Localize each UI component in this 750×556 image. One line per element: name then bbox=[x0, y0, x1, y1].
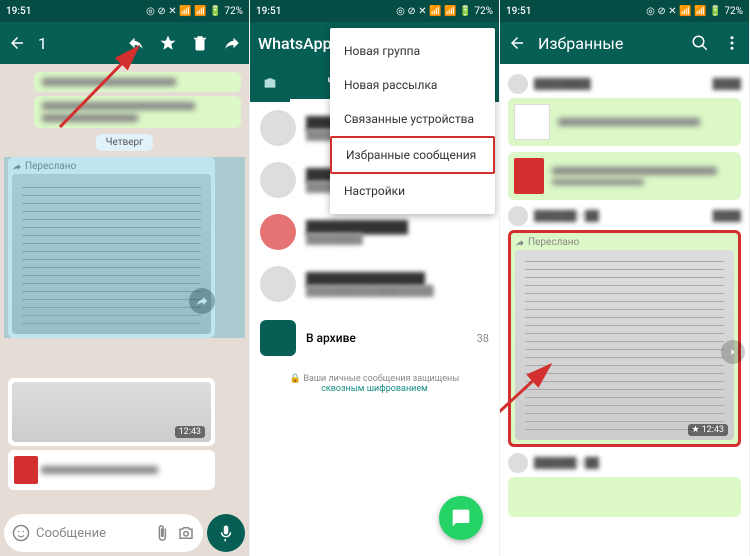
message-in-file[interactable] bbox=[8, 450, 215, 490]
status-time: 19:51 bbox=[6, 6, 31, 17]
header-actions bbox=[127, 34, 241, 52]
pdf-icon bbox=[514, 158, 544, 194]
status-time: 19:51 bbox=[256, 6, 281, 17]
menu-new-group[interactable]: Новая группа bbox=[330, 34, 495, 68]
avatar bbox=[260, 110, 296, 146]
avatar-small bbox=[508, 74, 528, 94]
date-divider: Четверг bbox=[96, 134, 154, 151]
icon-group: ◎ ⊘ ✕ 📶 📶 🔋 bbox=[146, 6, 221, 17]
blurred-text bbox=[42, 102, 195, 110]
message-out[interactable] bbox=[34, 72, 241, 92]
avatar bbox=[260, 266, 296, 302]
archive-row[interactable]: В архиве 38 bbox=[250, 310, 499, 366]
reply-icon[interactable] bbox=[127, 34, 145, 52]
pdf-icon bbox=[14, 456, 38, 484]
starred-message[interactable]: ██████ • ██ bbox=[508, 453, 741, 517]
search-icon[interactable] bbox=[691, 34, 709, 52]
menu-starred-messages[interactable]: Избранные сообщения bbox=[330, 136, 495, 174]
new-chat-fab[interactable] bbox=[439, 496, 483, 540]
message-out[interactable] bbox=[34, 96, 241, 128]
message-input[interactable]: Сообщение bbox=[4, 514, 203, 552]
next-arrow-icon[interactable] bbox=[721, 340, 745, 364]
status-time: 19:51 bbox=[506, 6, 531, 17]
blurred-text bbox=[42, 78, 176, 86]
selection-count: 1 bbox=[38, 34, 115, 53]
archive-label: В архиве bbox=[306, 331, 467, 345]
screen-chats-menu: 19:51 ◎ ⊘ ✕ 📶 📶 🔋72% WhatsApp Чаты Новая… bbox=[250, 0, 500, 556]
archive-icon bbox=[260, 320, 296, 356]
more-icon[interactable] bbox=[723, 34, 741, 52]
mic-button[interactable] bbox=[207, 514, 245, 552]
avatar bbox=[260, 214, 296, 250]
delete-icon[interactable] bbox=[191, 34, 209, 52]
starred-bubble-highlighted[interactable]: Переслано ★ 12:43 bbox=[508, 230, 741, 447]
avatar-small bbox=[508, 206, 528, 226]
menu-linked-devices[interactable]: Связанные устройства bbox=[330, 102, 495, 136]
camera-icon[interactable] bbox=[177, 524, 195, 542]
file-thumb bbox=[514, 104, 550, 140]
screen-starred: 19:51 ◎ ⊘ ✕ 📶 📶 🔋72% Избранные ████████ … bbox=[500, 0, 750, 556]
input-bar: Сообщение bbox=[4, 514, 245, 552]
tab-camera[interactable] bbox=[250, 75, 290, 91]
menu-new-broadcast[interactable]: Новая рассылка bbox=[330, 68, 495, 102]
starred-bubble[interactable] bbox=[508, 477, 741, 517]
star-timestamp: ★ 12:43 bbox=[688, 424, 729, 436]
chat-row[interactable]: ████████████████████████████████ bbox=[250, 258, 499, 310]
encryption-notice: 🔒 Ваши личные сообщения защищены сквозны… bbox=[250, 366, 499, 402]
status-bar: 19:51 ◎ ⊘ ✕ 📶 📶 🔋 72% bbox=[0, 0, 249, 22]
starred-bubble[interactable] bbox=[508, 152, 741, 200]
forwarded-label: Переслано bbox=[515, 237, 734, 248]
overflow-menu: Новая группа Новая рассылка Связанные ус… bbox=[330, 28, 495, 214]
image-attachment[interactable]: ★ 12:43 bbox=[515, 250, 734, 440]
menu-settings[interactable]: Настройки bbox=[330, 174, 495, 208]
blurred-text bbox=[42, 114, 138, 122]
back-arrow-icon[interactable] bbox=[8, 34, 26, 52]
status-bar: 19:51 ◎ ⊘ ✕ 📶 📶 🔋72% bbox=[500, 0, 749, 22]
message-wrapper-selected[interactable]: Переслано bbox=[4, 157, 245, 338]
archive-count: 38 bbox=[477, 332, 489, 345]
back-arrow-icon[interactable] bbox=[508, 34, 526, 52]
starred-message[interactable]: ██████ • ██ ████ Переслано ★ 12:43 bbox=[508, 206, 741, 447]
message-in-image[interactable]: 12:43 bbox=[8, 378, 215, 446]
starred-message[interactable]: ████████ ████ bbox=[508, 74, 741, 146]
input-placeholder: Сообщение bbox=[36, 526, 147, 541]
status-bar: 19:51 ◎ ⊘ ✕ 📶 📶 🔋72% bbox=[250, 0, 499, 22]
image-attachment[interactable]: 12:43 bbox=[12, 382, 211, 442]
star-icon[interactable] bbox=[159, 34, 177, 52]
starred-bubble[interactable] bbox=[508, 98, 741, 146]
emoji-icon[interactable] bbox=[12, 524, 30, 542]
avatar bbox=[260, 162, 296, 198]
message-time: 12:43 bbox=[175, 426, 205, 438]
screen-message-selected: 19:51 ◎ ⊘ ✕ 📶 📶 🔋 72% 1 Четверг bbox=[0, 0, 250, 556]
status-icons: ◎ ⊘ ✕ 📶 📶 🔋 72% bbox=[146, 6, 243, 17]
starred-header: Избранные bbox=[500, 22, 749, 64]
forward-icon[interactable] bbox=[223, 34, 241, 52]
encryption-link[interactable]: сквозным шифрованием bbox=[321, 384, 428, 394]
starred-message[interactable] bbox=[508, 152, 741, 200]
selection-overlay bbox=[4, 157, 245, 338]
attach-icon[interactable] bbox=[153, 524, 171, 542]
page-title: Избранные bbox=[538, 34, 679, 53]
chat-panel: Четверг Переслано 12:43 bbox=[0, 64, 249, 556]
avatar-small bbox=[508, 453, 528, 473]
battery-pct: 72% bbox=[224, 6, 243, 17]
selection-header: 1 bbox=[0, 22, 249, 64]
starred-list: ████████ ████ ██████ • ██ ████ bbox=[500, 64, 749, 556]
